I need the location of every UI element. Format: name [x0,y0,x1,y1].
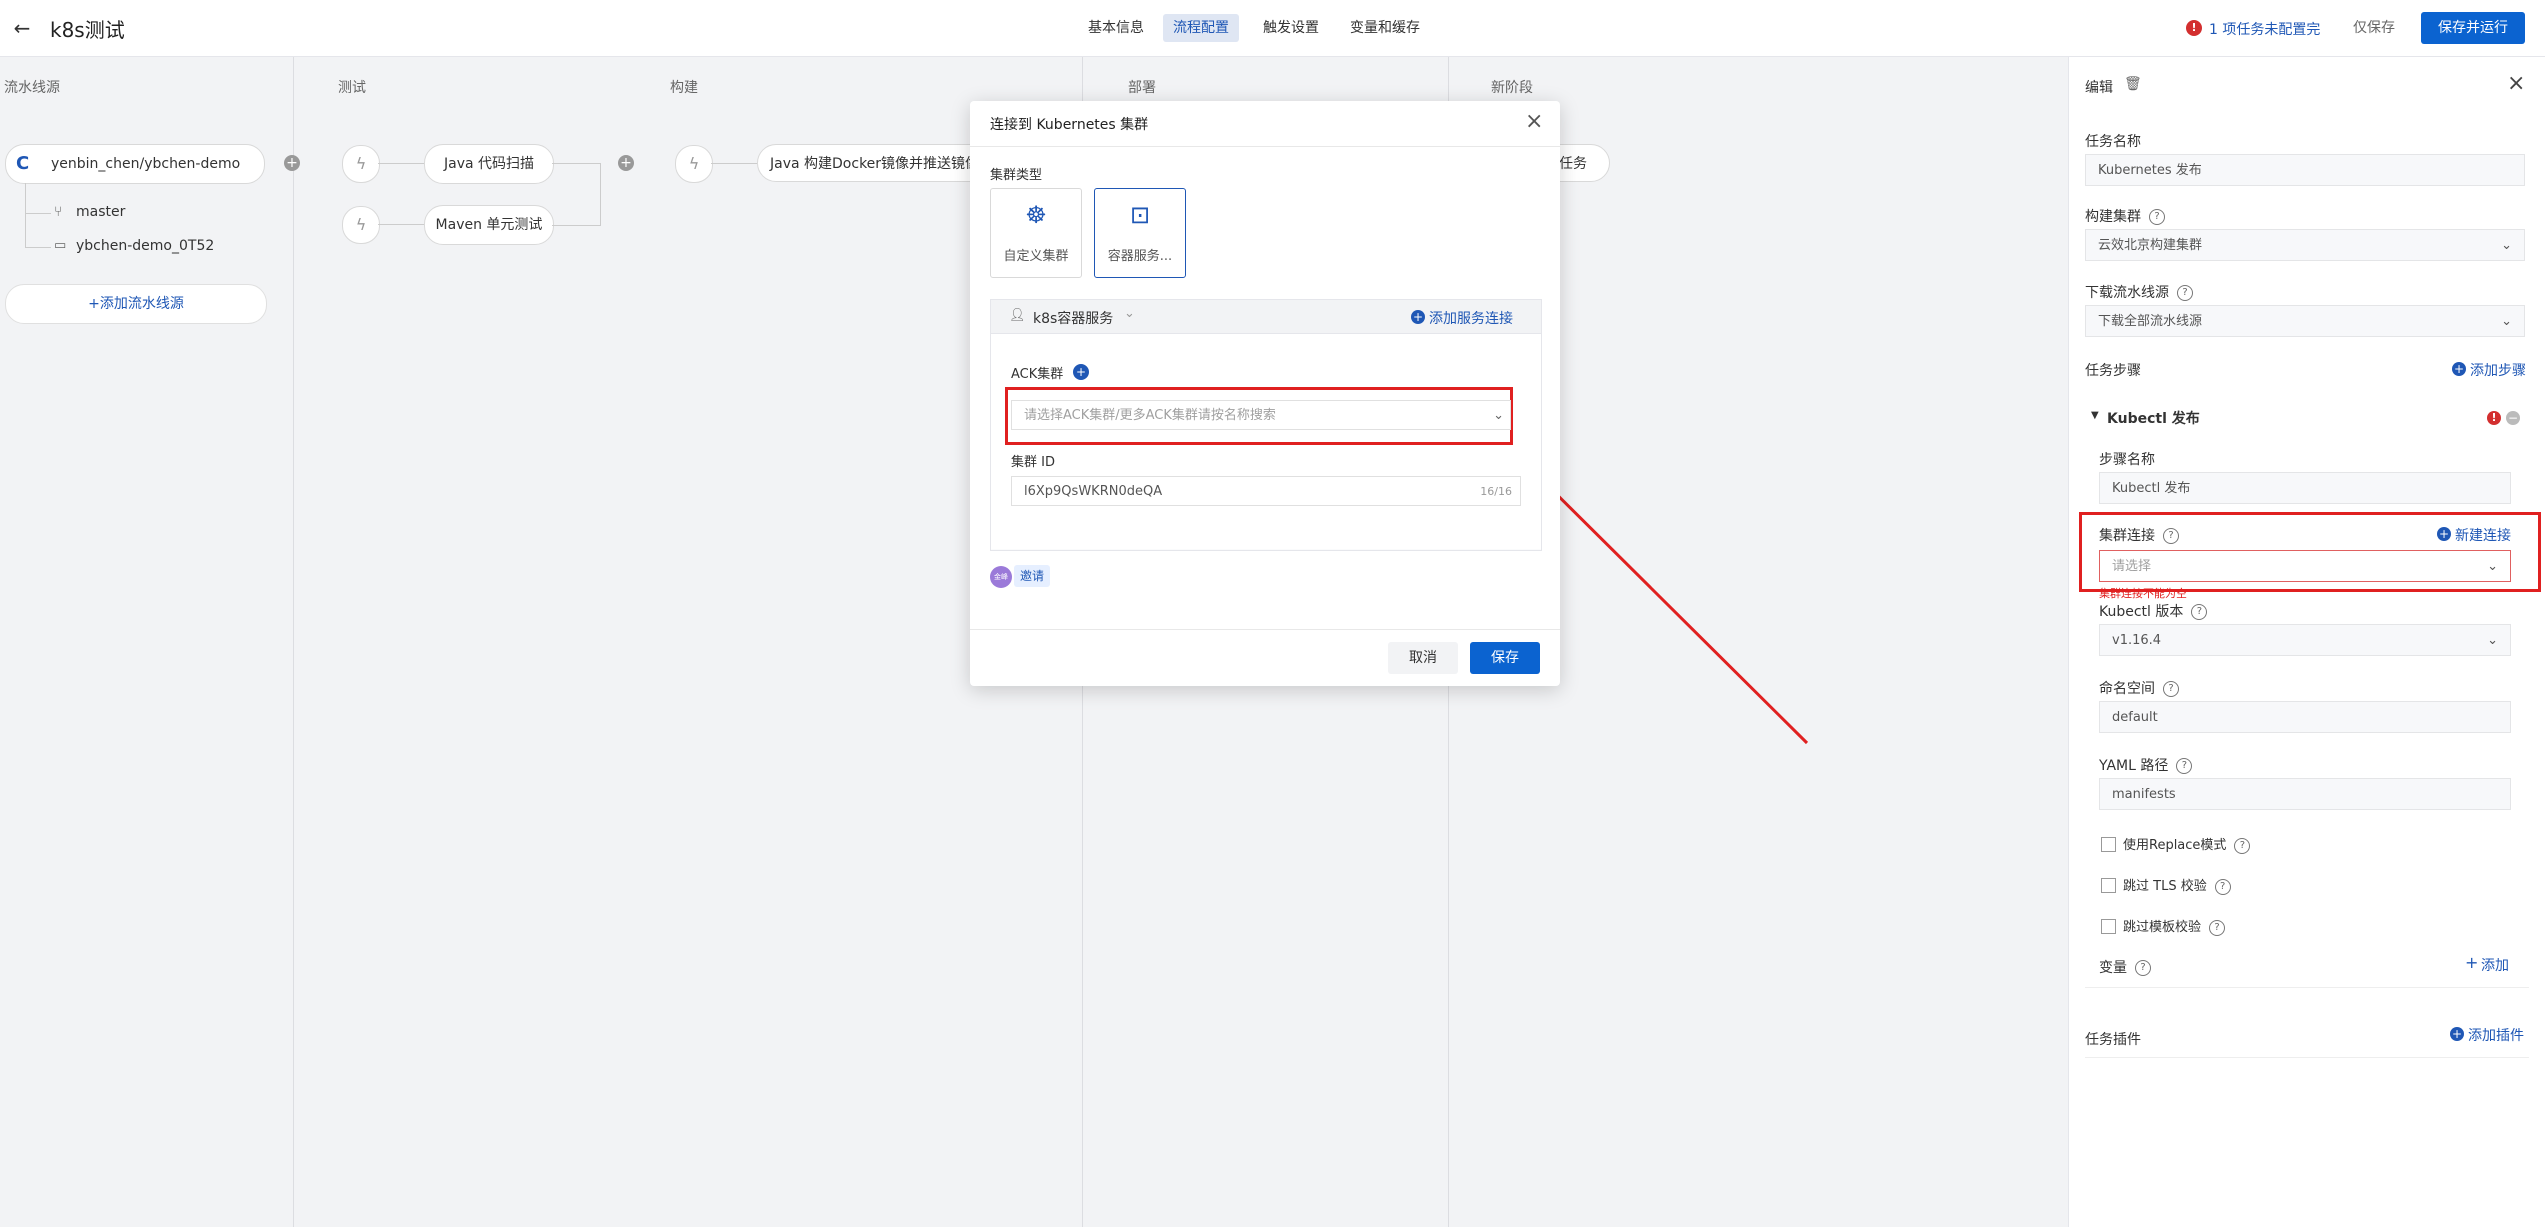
cluster-type-container-label: 容器服务... [1107,249,1173,264]
connect-k8s-dialog: 连接到 Kubernetes 集群 × 集群类型 ☸ 自定义集群 ⊡ 容器服务.… [970,101,1560,686]
cluster-id-label: 集群 ID [1011,455,1055,470]
save-button[interactable]: 保存 [1470,642,1540,674]
dialog-title: 连接到 Kubernetes 集群 [990,117,1149,133]
cancel-button[interactable]: 取消 [1388,642,1458,674]
divider [970,629,1560,630]
divider [970,146,1560,147]
ack-cluster-select[interactable]: 请选择ACK集群/更多ACK集群请按名称搜索 ⌄ [1011,400,1511,430]
ack-cluster-label: ACK集群 [1011,367,1064,382]
add-icon[interactable]: + [1073,364,1089,380]
service-connection-box: 👤︎ k8s容器服务 ⌄ + 添加服务连接 ACK集群 + 请选择ACK集群/更… [990,299,1542,551]
close-icon[interactable]: × [1525,109,1543,134]
add-icon[interactable]: + [1411,310,1425,324]
add-service-connection-link[interactable]: 添加服务连接 [1429,308,1513,328]
cluster-id-counter: 16/16 [1480,485,1512,498]
chevron-down-icon[interactable]: ⌄ [1124,306,1135,321]
ack-cluster-placeholder: 请选择ACK集群/更多ACK集群请按名称搜索 [1024,408,1276,423]
cluster-type-container[interactable]: ⊡ 容器服务... [1094,188,1186,278]
cluster-type-custom-label: 自定义集群 [1003,249,1069,264]
service-connection-select[interactable]: k8s容器服务 [1033,308,1113,328]
cluster-type-label: 集群类型 [990,168,1043,183]
kubernetes-icon: ☸ [1025,201,1047,229]
cluster-id-input[interactable]: l6Xp9QsWKRN0deQA 16/16 [1011,476,1521,506]
service-connection-header: 👤︎ k8s容器服务 ⌄ + 添加服务连接 [991,300,1541,334]
invite-button[interactable]: 邀请 [1014,565,1050,587]
user-icon: 👤︎ [1009,308,1026,323]
cluster-id-value: l6Xp9QsWKRN0deQA [1024,484,1163,499]
chevron-down-icon: ⌄ [1493,408,1504,423]
avatar: 金峰 [990,566,1012,588]
container-service-icon: ⊡ [1129,201,1151,229]
cluster-type-custom[interactable]: ☸ 自定义集群 [990,188,1082,278]
